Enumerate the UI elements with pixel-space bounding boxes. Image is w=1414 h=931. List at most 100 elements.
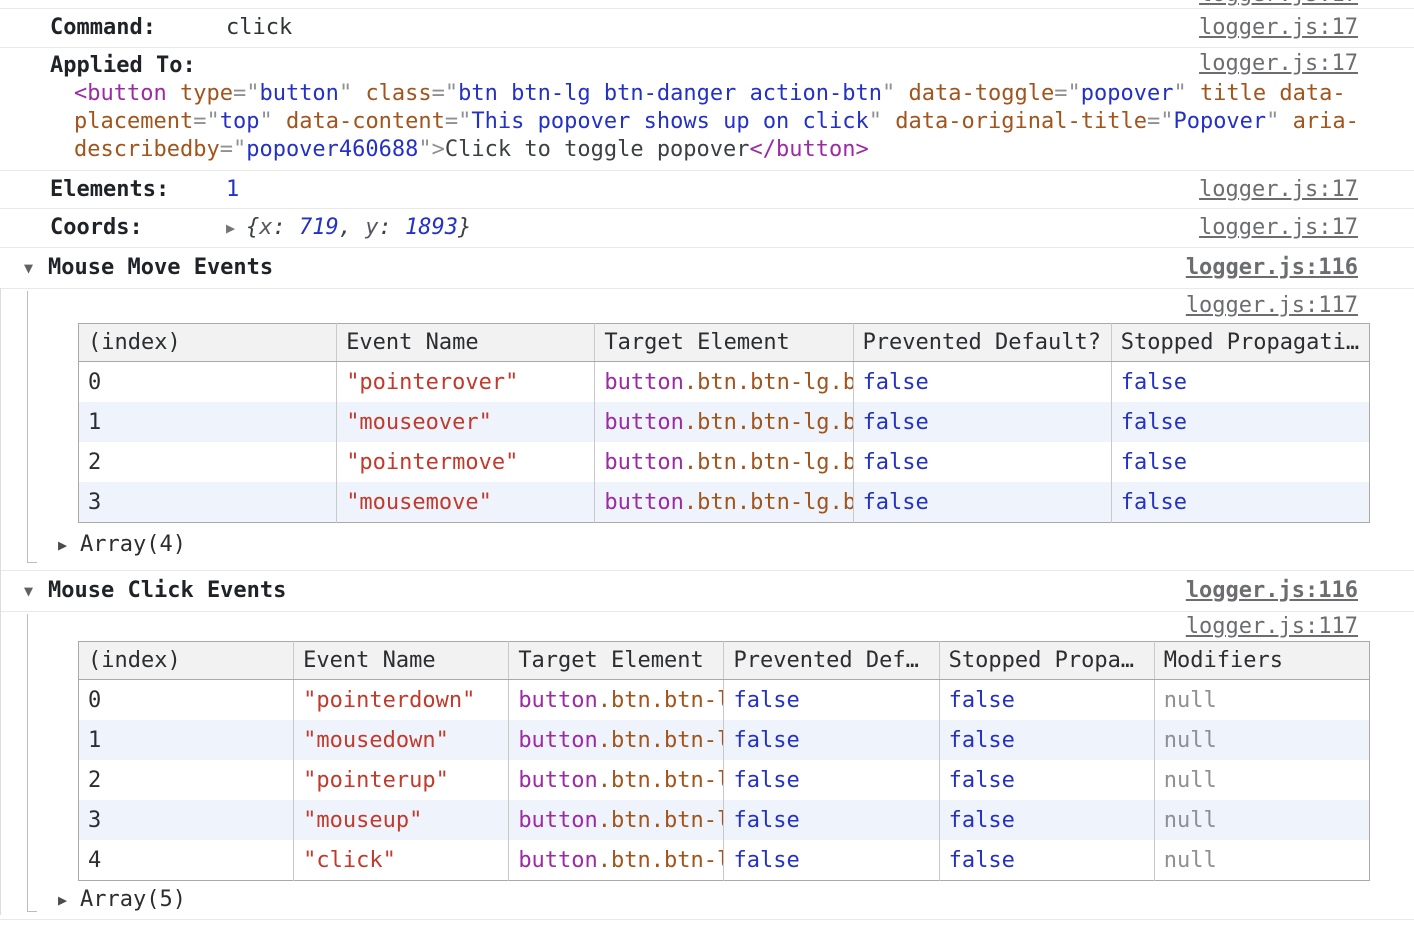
token-pun: " [1173, 81, 1200, 106]
source-link[interactable]: logger.js:116 [1186, 571, 1358, 611]
table-cell: "click" [294, 840, 509, 881]
table-row: 0"pointerover"button.btn.btn-lg.btn-dang… [79, 362, 1370, 403]
token-pun: =" [445, 109, 472, 134]
table-cell: false [724, 720, 939, 760]
table-cell: null [1154, 680, 1369, 721]
source-link[interactable]: logger.js:117 [1186, 289, 1358, 323]
group-content-mouse-click: logger.js:117 (index)Event NameTarget El… [0, 611, 1414, 919]
coords-label: Coords: [0, 215, 143, 240]
token-val: popover460688 [246, 137, 418, 162]
expand-triangle-icon[interactable]: ▶ [58, 881, 67, 919]
node-classes: .btn.btn-lg.btn-danger.action-btn [684, 490, 853, 515]
column-header[interactable]: Modifiers [1154, 642, 1369, 680]
table-cell: button.btn.btn-lg.btn-danger.action-btn [595, 362, 853, 403]
node-classes: .btn.btn-lg.btn-danger.action-btn [598, 688, 724, 713]
table-cell: false [853, 402, 1111, 442]
group-header-mouse-click[interactable]: ▼ Mouse Click Events logger.js:116 [0, 570, 1414, 611]
bottom-separator [0, 919, 1414, 931]
table-cell: false [724, 800, 939, 840]
table-cell: false [1111, 442, 1369, 482]
array-label[interactable]: Array(4) [0, 532, 186, 557]
source-link[interactable]: logger.js:117 [1186, 612, 1358, 641]
table-cell: false [939, 840, 1154, 881]
console-row-applied-to: Applied To: logger.js:17 <button type="b… [0, 47, 1414, 170]
token-val: popover [1081, 81, 1174, 106]
column-header[interactable]: Stopped Propagati… [1111, 324, 1369, 362]
source-link[interactable]: logger.js:17 [1199, 9, 1358, 47]
node-tag: button [604, 410, 683, 435]
command-label: Command: [0, 15, 156, 40]
column-header[interactable]: Event Name [337, 324, 595, 362]
array-label[interactable]: Array(5) [0, 887, 186, 912]
source-link[interactable]: logger.js:17 [1199, 171, 1358, 208]
source-link[interactable]: logger.js:116 [1186, 248, 1358, 288]
table-cell: "mousedown" [294, 720, 509, 760]
token-pun: =" [432, 81, 459, 106]
group-header-mouse-move[interactable]: ▼ Mouse Move Events logger.js:116 [0, 247, 1414, 288]
table-cell: null [1154, 720, 1369, 760]
table-cell: false [853, 442, 1111, 482]
token-pun: " [1266, 109, 1293, 134]
table-cell: "pointerup" [294, 760, 509, 800]
token-text: Click to toggle popover [445, 137, 750, 162]
token-pun [1266, 81, 1279, 106]
elements-value: 1 [226, 171, 239, 208]
html-element-code[interactable]: <button type="button" class="btn btn-lg … [0, 80, 1414, 164]
column-header[interactable]: Target Element [595, 324, 853, 362]
token-attr: placement [74, 109, 193, 134]
token-val: This popover shows up on click [471, 109, 868, 134]
column-header[interactable]: (index) [79, 324, 337, 362]
token-num: 719 [299, 215, 339, 240]
column-header[interactable]: Target Element [509, 642, 724, 680]
token-val: top [220, 109, 260, 134]
table-cell: false [939, 800, 1154, 840]
coords-object-preview[interactable]: {x: 719, y: 1893} [246, 209, 471, 247]
token-attr: data- [1279, 81, 1345, 106]
token-pun: " [882, 81, 909, 106]
expand-triangle-icon[interactable]: ▶ [58, 523, 67, 567]
table-cell: "pointerdown" [294, 680, 509, 721]
table-cell: false [1111, 402, 1369, 442]
token-pun: " [259, 109, 286, 134]
node-tag: button [518, 848, 597, 873]
node-classes: .btn.btn-lg.btn-danger.action-btn [684, 370, 853, 395]
token-tag: <button [74, 81, 180, 106]
table-cell: button.btn.btn-lg.btn-danger.action-btn [509, 680, 724, 721]
expand-triangle-icon[interactable]: ▶ [226, 209, 235, 247]
table-row: 3"mouseup"button.btn.btn-lg.btn-danger.a… [79, 800, 1370, 840]
table-row: 3"mousemove"button.btn.btn-lg.btn-danger… [79, 482, 1370, 523]
token-val: Popover [1173, 109, 1266, 134]
html-code-line: <button type="button" class="btn btn-lg … [74, 80, 1414, 108]
table-cell: button.btn.btn-lg.btn-danger.action-btn [595, 402, 853, 442]
collapse-triangle-icon[interactable]: ▼ [24, 571, 33, 611]
collapse-triangle-icon[interactable]: ▼ [24, 248, 33, 288]
table-cell: false [853, 482, 1111, 523]
column-header[interactable]: (index) [79, 642, 294, 680]
column-header[interactable]: Prevented Default? [853, 324, 1111, 362]
table-cell: "pointermove" [337, 442, 595, 482]
token-attr: aria- [1293, 109, 1359, 134]
table-cell: "mouseup" [294, 800, 509, 840]
table-cell: button.btn.btn-lg.btn-danger.action-btn [509, 840, 724, 881]
table-header-row: (index)Event NameTarget ElementPrevented… [79, 324, 1370, 362]
source-link[interactable]: logger.js:17 [1199, 51, 1358, 76]
table-row: 4"click"button.btn.btn-lg.btn-danger.act… [79, 840, 1370, 881]
token-tag: </button> [750, 137, 869, 162]
token-key: x [259, 215, 272, 240]
token-brace: : [379, 215, 406, 240]
source-link[interactable]: logger.js:17 [1199, 0, 1358, 7]
column-header[interactable]: Stopped Propa… [939, 642, 1154, 680]
html-code-line: placement="top" data-content="This popov… [74, 108, 1414, 136]
table-cell: "mousemove" [337, 482, 595, 523]
node-classes: .btn.btn-lg.btn-danger.action-btn [598, 808, 724, 833]
source-link[interactable]: logger.js:17 [1199, 209, 1358, 247]
table-cell: false [724, 840, 939, 881]
token-pun: =" [233, 81, 260, 106]
applied-to-label: Applied To: [0, 48, 196, 80]
token-num: 1893 [405, 215, 458, 240]
column-header[interactable]: Prevented Def… [724, 642, 939, 680]
token-pun: " [339, 81, 366, 106]
token-attr: data-original-title [895, 109, 1147, 134]
column-header[interactable]: Event Name [294, 642, 509, 680]
node-classes: .btn.btn-lg.btn-danger.action-btn [598, 848, 724, 873]
